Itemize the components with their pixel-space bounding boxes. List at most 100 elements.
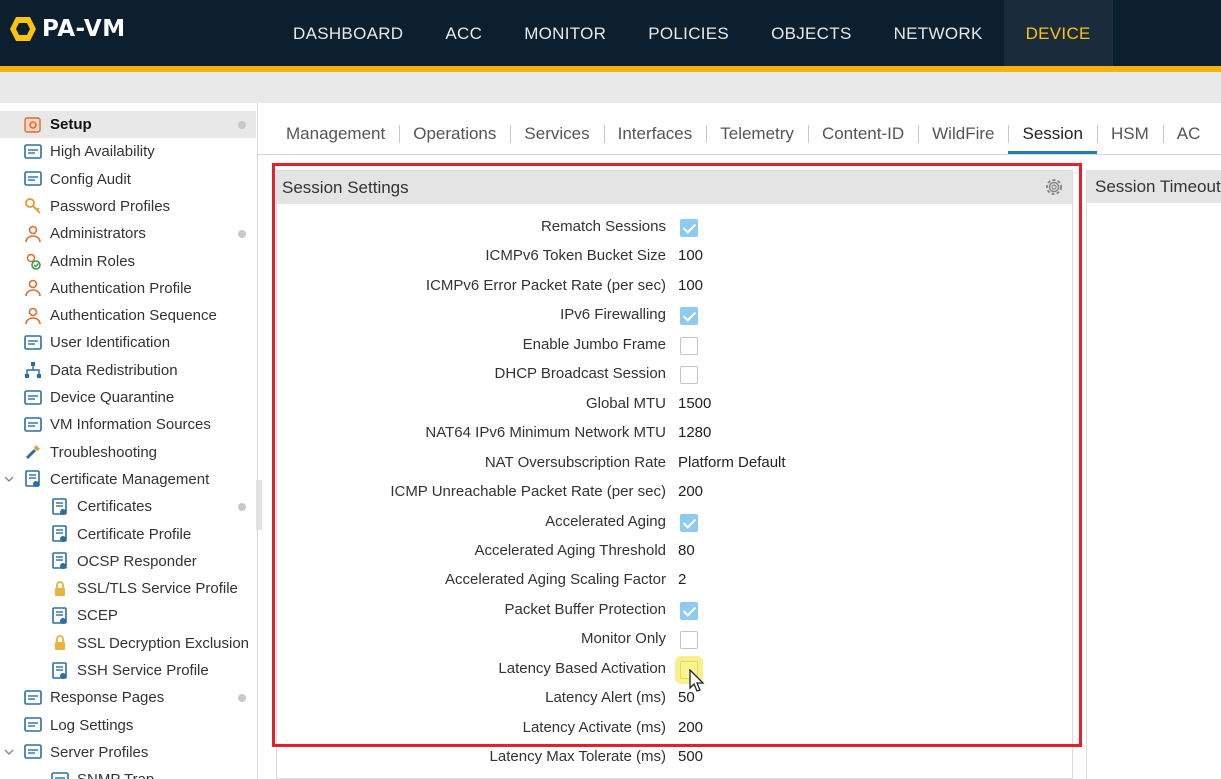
sidebar-item-administrators[interactable]: Administrators <box>0 220 256 247</box>
sidebar-item-label: Response Pages <box>50 689 165 707</box>
setting-label: ICMP Unreachable Packet Rate (per sec) <box>390 483 666 501</box>
sidebar-item-server-profiles[interactable]: Server Profiles <box>0 739 256 766</box>
user-id-icon <box>24 335 42 350</box>
sidebar-item-certificate-management[interactable]: Certificate Management <box>0 466 256 493</box>
nav-policies[interactable]: POLICIES <box>627 0 750 68</box>
sidebar-item-label: Certificates <box>77 498 153 516</box>
monitor-only-checkbox[interactable] <box>680 631 698 650</box>
certificate-icon <box>52 497 67 515</box>
sidebar-item-label: High Availability <box>50 143 155 161</box>
nav-monitor[interactable]: MONITOR <box>503 0 627 68</box>
sidebar-item-label: OCSP Responder <box>77 552 197 570</box>
nav-acc[interactable]: ACC <box>424 0 503 68</box>
setting-label: Packet Buffer Protection <box>504 600 666 618</box>
enable-jumbo-frame-checkbox[interactable] <box>680 336 698 355</box>
sidebar-item-high-availability[interactable]: High Availability <box>0 138 256 165</box>
device-tabs: Management Operations Services Interfaces Te… <box>272 114 1221 154</box>
tab-ac[interactable]: AC <box>1162 114 1215 154</box>
setting-label: ICMPv6 Error Packet Rate (per sec) <box>425 276 666 294</box>
sidebar-item-ssl-decryption-exclusion[interactable]: SSL Decryption Exclusion <box>0 630 256 657</box>
sidebar: Setup High Availability Config Audit Passwo… <box>0 103 258 779</box>
high-availability-icon <box>24 143 42 159</box>
nav-objects[interactable]: OBJECTS <box>750 0 873 68</box>
sidebar-item-data-redistribution[interactable]: Data Redistribution <box>0 357 256 384</box>
nav-dashboard[interactable]: DASHBOARD <box>272 0 424 68</box>
dhcp-broadcast-session-checkbox[interactable] <box>680 366 698 385</box>
sidebar-item-snmp-trap[interactable]: SNMP Trap <box>0 766 256 779</box>
icmp-unreachable-packet-rate-per-sec-value: 200 <box>678 483 704 501</box>
status-dot <box>238 229 246 238</box>
setting-label: Accelerated Aging <box>545 512 666 530</box>
sidebar-item-label: Password Profiles <box>50 197 171 215</box>
vm-icon <box>24 416 42 432</box>
sidebar-item-password-profiles[interactable]: Password Profiles <box>0 193 256 220</box>
sidebar-item-label: VM Information Sources <box>50 416 211 434</box>
response-pages-icon <box>24 689 42 705</box>
tab-hsm[interactable]: HSM <box>1096 114 1163 154</box>
tab-management[interactable]: Management <box>272 114 399 154</box>
setting-row-icmpv6-token-bucket-size: ICMPv6 Token Bucket Size 100 <box>277 244 1074 268</box>
sidebar-item-admin-roles[interactable]: Admin Roles <box>0 248 256 275</box>
setting-label: Accelerated Aging Scaling Factor <box>445 571 666 589</box>
chevron-down-icon[interactable] <box>3 473 15 485</box>
sidebar-item-response-pages[interactable]: Response Pages <box>0 684 256 711</box>
accelerated-aging-checkbox[interactable] <box>680 513 698 532</box>
sidebar-item-setup[interactable]: Setup <box>0 111 256 138</box>
log-settings-icon <box>24 717 42 732</box>
rematch-sessions-checkbox[interactable] <box>680 219 698 237</box>
status-dot <box>238 502 246 511</box>
sidebar-item-vm-information-sources[interactable]: VM Information Sources <box>0 411 256 438</box>
sidebar-item-authentication-profile[interactable]: Authentication Profile <box>0 275 256 302</box>
nav-device[interactable]: DEVICE <box>1003 0 1113 68</box>
auth-sequence-icon <box>25 307 41 324</box>
sidebar-item-ssl-tls-service-profile[interactable]: SSL/TLS Service Profile <box>0 575 256 602</box>
sidebar-item-label: Admin Roles <box>50 252 136 270</box>
chevron-down-icon[interactable] <box>3 746 15 758</box>
sidebar-item-certificates[interactable]: Certificates <box>0 493 256 520</box>
sidebar-item-authentication-sequence[interactable]: Authentication Sequence <box>0 302 256 329</box>
sidebar-item-scep[interactable]: SCEP <box>0 602 256 629</box>
sidebar-item-ssh-service-profile[interactable]: SSH Service Profile <box>0 657 256 684</box>
main-nav: DASHBOARD ACC MONITOR POLICIES OBJECTS NETWOR… <box>272 0 1113 68</box>
packet-buffer-protection-checkbox[interactable] <box>680 601 698 620</box>
top-bar: PA-VM DASHBOARD ACC MONITOR POLICIES OBJECTS… <box>0 0 1221 68</box>
user-icon <box>25 225 41 242</box>
tab-wildfire[interactable]: WildFire <box>918 114 1008 154</box>
tab-interfaces[interactable]: Interfaces <box>603 114 707 154</box>
gear-icon[interactable] <box>1044 177 1064 197</box>
setting-row-latency-based-activation: Latency Based Activation <box>277 657 1074 681</box>
setting-label: Accelerated Aging Threshold <box>474 541 666 559</box>
app-name: PA-VM <box>42 16 126 42</box>
sidebar-item-user-identification[interactable]: User Identification <box>0 329 256 356</box>
accelerated-aging-threshold-value: 80 <box>678 541 695 559</box>
tab-telemetry[interactable]: Telemetry <box>706 114 808 154</box>
latency-max-tolerate-ms-value: 500 <box>678 748 704 766</box>
setting-row-monitor-only: Monitor Only <box>277 627 1074 651</box>
setting-label: ICMPv6 Token Bucket Size <box>485 247 666 265</box>
tab-operations[interactable]: Operations <box>399 114 510 154</box>
session-settings-panel: Session Settings Rematch Sessions ICMPv6 … <box>276 170 1073 779</box>
sidebar-item-config-audit[interactable]: Config Audit <box>0 166 256 193</box>
setting-label: Enable Jumbo Frame <box>522 335 666 353</box>
session-settings-title: Session Settings <box>282 177 409 197</box>
setting-row-icmp-unreachable-packet-rate-per-sec: ICMP Unreachable Packet Rate (per sec) 20… <box>277 480 1074 504</box>
sidebar-item-troubleshooting[interactable]: Troubleshooting <box>0 439 256 466</box>
nav-network[interactable]: NETWORK <box>873 0 1004 68</box>
sidebar-item-log-settings[interactable]: Log Settings <box>0 712 256 739</box>
sidebar-collapse-handle[interactable] <box>256 480 262 530</box>
setup-icon <box>24 116 41 133</box>
tab-session[interactable]: Session <box>1008 114 1098 154</box>
sidebar-item-ocsp-responder[interactable]: OCSP Responder <box>0 548 256 575</box>
auth-profile-icon <box>25 279 41 297</box>
setting-row-accelerated-aging: Accelerated Aging <box>277 510 1074 534</box>
sidebar-item-certificate-profile[interactable]: Certificate Profile <box>0 521 256 548</box>
setting-row-dhcp-broadcast-session: DHCP Broadcast Session <box>277 362 1074 386</box>
sidebar-item-device-quarantine[interactable]: Device Quarantine <box>0 384 256 411</box>
setting-row-accelerated-aging-threshold: Accelerated Aging Threshold 80 <box>277 539 1074 563</box>
tab-content-id[interactable]: Content-ID <box>807 114 918 154</box>
ipv6-firewalling-checkbox[interactable] <box>680 307 698 326</box>
sidebar-item-label: Setup <box>50 116 92 133</box>
quarantine-icon <box>24 389 42 405</box>
setting-label: Rematch Sessions <box>540 218 666 235</box>
tab-services[interactable]: Services <box>510 114 603 154</box>
